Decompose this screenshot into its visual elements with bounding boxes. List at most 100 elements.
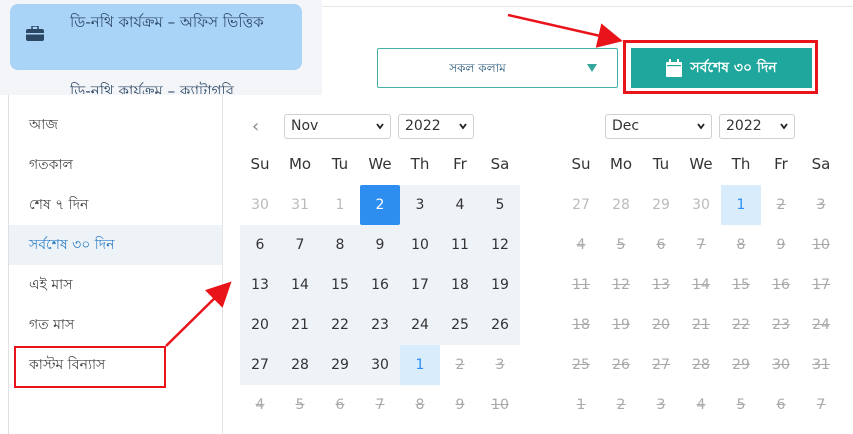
calendar-day[interactable]: 26 bbox=[601, 345, 641, 385]
calendar-day[interactable]: 2 bbox=[440, 345, 480, 385]
calendar-day[interactable]: 5 bbox=[280, 385, 320, 425]
calendar-day[interactable]: 6 bbox=[761, 385, 801, 425]
calendar-day[interactable]: 1 bbox=[400, 345, 440, 385]
year-select-left[interactable]: 2022 bbox=[398, 114, 474, 139]
range-last-30-days[interactable]: সর্বশেষ ৩০ দিন bbox=[9, 225, 222, 265]
calendar-day[interactable]: 8 bbox=[400, 385, 440, 425]
month-select-left[interactable]: Nov bbox=[284, 114, 391, 139]
sidebar-item-category[interactable]: ডি-নথি কার্যক্রম – ক্যাটাগরি bbox=[70, 80, 234, 94]
calendar-day[interactable]: 7 bbox=[360, 385, 400, 425]
calendar-day[interactable]: 10 bbox=[801, 225, 841, 265]
calendar-day[interactable]: 27 bbox=[641, 345, 681, 385]
calendar-day[interactable]: 5 bbox=[480, 185, 520, 225]
calendar-day[interactable]: 22 bbox=[320, 305, 360, 345]
calendar-day[interactable]: 3 bbox=[801, 185, 841, 225]
prev-month-icon[interactable]: ‹ bbox=[252, 116, 259, 137]
calendar-day[interactable]: 9 bbox=[440, 385, 480, 425]
calendar-day[interactable]: 30 bbox=[240, 185, 280, 225]
calendar-day[interactable]: 4 bbox=[561, 225, 601, 265]
calendar-day[interactable]: 7 bbox=[681, 225, 721, 265]
calendar-day[interactable]: 4 bbox=[681, 385, 721, 425]
calendar-day[interactable]: 5 bbox=[601, 225, 641, 265]
range-last-month[interactable]: গত মাস bbox=[9, 305, 222, 345]
weekday-label: Sa bbox=[811, 155, 831, 173]
calendar-day[interactable]: 22 bbox=[721, 305, 761, 345]
calendar-day[interactable]: 4 bbox=[240, 385, 280, 425]
calendar-day[interactable]: 26 bbox=[480, 305, 520, 345]
calendar-day[interactable]: 28 bbox=[601, 185, 641, 225]
calendar-day[interactable]: 6 bbox=[641, 225, 681, 265]
calendar-day[interactable]: 31 bbox=[801, 345, 841, 385]
calendar-day[interactable]: 8 bbox=[721, 225, 761, 265]
calendar-day[interactable]: 20 bbox=[240, 305, 280, 345]
calendar-day[interactable]: 5 bbox=[721, 385, 761, 425]
calendar-day[interactable]: 29 bbox=[320, 345, 360, 385]
calendar-day[interactable]: 6 bbox=[320, 385, 360, 425]
calendar-day[interactable]: 11 bbox=[561, 265, 601, 305]
calendar-day[interactable]: 2 bbox=[761, 185, 801, 225]
calendar-day[interactable]: 3 bbox=[400, 185, 440, 225]
calendar-day[interactable]: 25 bbox=[561, 345, 601, 385]
calendar-day[interactable]: 18 bbox=[440, 265, 480, 305]
calendar-day[interactable]: 14 bbox=[681, 265, 721, 305]
calendar-day[interactable]: 24 bbox=[801, 305, 841, 345]
calendar-day[interactable]: 21 bbox=[681, 305, 721, 345]
calendar-day[interactable]: 25 bbox=[440, 305, 480, 345]
calendar-day[interactable]: 1 bbox=[721, 185, 761, 225]
calendar-day[interactable]: 16 bbox=[360, 265, 400, 305]
calendar-day[interactable]: 4 bbox=[440, 185, 480, 225]
calendar-day[interactable]: 13 bbox=[641, 265, 681, 305]
calendar-day[interactable]: 17 bbox=[400, 265, 440, 305]
column-select[interactable]: সকল কলাম bbox=[377, 48, 618, 88]
range-today[interactable]: আজ bbox=[9, 105, 222, 145]
calendar-day[interactable]: 23 bbox=[360, 305, 400, 345]
calendar-day[interactable]: 1 bbox=[561, 385, 601, 425]
calendar-day[interactable]: 14 bbox=[280, 265, 320, 305]
calendar-day[interactable]: 15 bbox=[721, 265, 761, 305]
calendar-day[interactable]: 30 bbox=[360, 345, 400, 385]
calendar-day[interactable]: 27 bbox=[561, 185, 601, 225]
weekday-label: Su bbox=[250, 155, 270, 173]
calendar-day[interactable]: 28 bbox=[681, 345, 721, 385]
calendar-day[interactable]: 10 bbox=[480, 385, 520, 425]
calendar-day[interactable]: 10 bbox=[400, 225, 440, 265]
calendar-day[interactable]: 8 bbox=[320, 225, 360, 265]
calendar-day[interactable]: 31 bbox=[280, 185, 320, 225]
calendar-day[interactable]: 21 bbox=[280, 305, 320, 345]
column-select-value: সকল কলাম bbox=[449, 61, 506, 75]
range-last-7-days[interactable]: শেষ ৭ দিন bbox=[9, 185, 222, 225]
range-yesterday[interactable]: গতকাল bbox=[9, 145, 222, 185]
calendar-day[interactable]: 30 bbox=[761, 345, 801, 385]
calendar-day[interactable]: 19 bbox=[601, 305, 641, 345]
calendar-day[interactable]: 23 bbox=[761, 305, 801, 345]
calendar-day[interactable]: 18 bbox=[561, 305, 601, 345]
calendar-day[interactable]: 1 bbox=[320, 185, 360, 225]
calendar-day[interactable]: 3 bbox=[480, 345, 520, 385]
year-select-right[interactable]: 2022 bbox=[719, 114, 795, 139]
calendar-day[interactable]: 28 bbox=[280, 345, 320, 385]
calendar-day[interactable]: 24 bbox=[400, 305, 440, 345]
calendar-day[interactable]: 7 bbox=[801, 385, 841, 425]
calendar-day[interactable]: 13 bbox=[240, 265, 280, 305]
calendar-day[interactable]: 30 bbox=[681, 185, 721, 225]
calendar-day[interactable]: 29 bbox=[641, 185, 681, 225]
calendar-day[interactable]: 2 bbox=[601, 385, 641, 425]
calendar-day[interactable]: 29 bbox=[721, 345, 761, 385]
calendar-day[interactable]: 9 bbox=[761, 225, 801, 265]
calendar-day[interactable]: 7 bbox=[280, 225, 320, 265]
calendar-day[interactable]: 9 bbox=[360, 225, 400, 265]
range-this-month[interactable]: এই মাস bbox=[9, 265, 222, 305]
calendar-day[interactable]: 11 bbox=[440, 225, 480, 265]
calendar-day[interactable]: 6 bbox=[240, 225, 280, 265]
calendar-day[interactable]: 2 bbox=[360, 185, 400, 225]
calendar-day[interactable]: 12 bbox=[480, 225, 520, 265]
calendar-day[interactable]: 17 bbox=[801, 265, 841, 305]
calendar-day[interactable]: 3 bbox=[641, 385, 681, 425]
calendar-day[interactable]: 27 bbox=[240, 345, 280, 385]
calendar-day[interactable]: 20 bbox=[641, 305, 681, 345]
calendar-day[interactable]: 12 bbox=[601, 265, 641, 305]
calendar-day[interactable]: 16 bbox=[761, 265, 801, 305]
month-select-right[interactable]: Dec bbox=[605, 114, 712, 139]
calendar-day[interactable]: 15 bbox=[320, 265, 360, 305]
calendar-day[interactable]: 19 bbox=[480, 265, 520, 305]
